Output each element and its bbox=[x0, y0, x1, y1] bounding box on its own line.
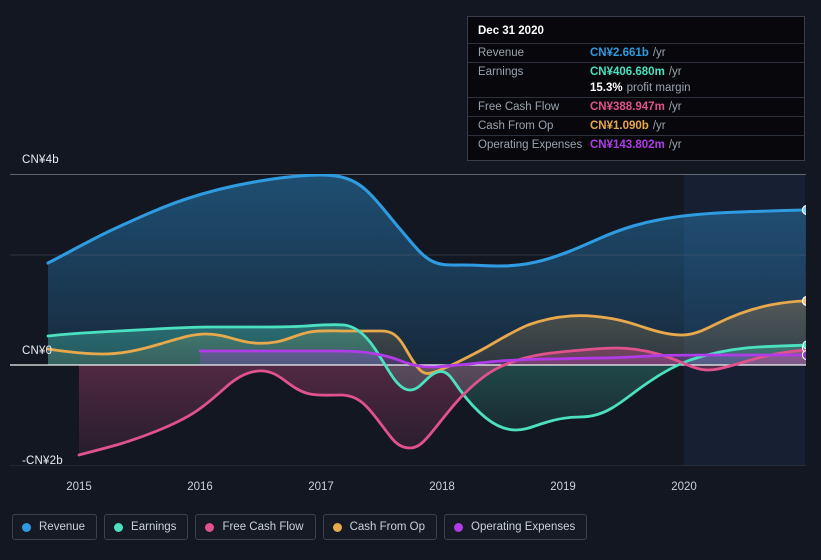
legend-item-free-cash-flow[interactable]: Free Cash Flow bbox=[195, 514, 316, 540]
tooltip-label-profit-margin: profit margin bbox=[626, 82, 691, 94]
x-axis-label-2020: 2020 bbox=[671, 481, 697, 493]
tooltip-row-earnings: Earnings CN¥406.680m /yr bbox=[468, 62, 804, 81]
legend-dot-earnings-icon bbox=[114, 522, 124, 532]
y-axis-label-top: CN¥4b bbox=[22, 154, 59, 166]
tooltip-row-profit-margin: 15.3% profit margin bbox=[468, 81, 804, 97]
tooltip-date: Dec 31 2020 bbox=[478, 25, 544, 37]
x-axis-label-2017: 2017 bbox=[308, 481, 334, 493]
tooltip-label-revenue: Revenue bbox=[478, 47, 525, 59]
tooltip-row-free-cash-flow: Free Cash Flow CN¥388.947m /yr bbox=[468, 97, 804, 116]
legend-dot-revenue-icon bbox=[22, 522, 31, 532]
tooltip-value-revenue: CN¥2.661b bbox=[590, 47, 649, 59]
legend-label-earnings: Earnings bbox=[131, 521, 177, 533]
y-axis-label-zero: CN¥0 bbox=[22, 345, 53, 357]
chart-tooltip: Dec 31 2020 Revenue CN¥2.661b /yr Earnin… bbox=[467, 16, 805, 161]
x-axis-label-2016: 2016 bbox=[187, 481, 213, 493]
legend-item-cash-from-op[interactable]: Cash From Op bbox=[322, 514, 438, 540]
legend-dot-operating-expenses-icon bbox=[454, 522, 464, 532]
tooltip-row-operating-expenses: Operating Expenses CN¥143.802m /yr bbox=[468, 135, 804, 154]
tooltip-label-free-cash-flow: Free Cash Flow bbox=[478, 101, 560, 113]
x-axis-label-2019: 2019 bbox=[550, 481, 576, 493]
chart-legend: Revenue Earnings Free Cash Flow Cash Fro… bbox=[12, 514, 588, 540]
legend-label-cash-from-op: Cash From Op bbox=[349, 521, 426, 533]
legend-label-operating-expenses: Operating Expenses bbox=[471, 521, 576, 533]
chart-svg bbox=[10, 174, 806, 466]
tooltip-value-operating-expenses: CN¥143.802m bbox=[590, 139, 665, 151]
x-axis-label-2018: 2018 bbox=[429, 481, 455, 493]
legend-item-revenue[interactable]: Revenue bbox=[12, 514, 98, 540]
tooltip-label-cash-from-op: Cash From Op bbox=[478, 120, 554, 132]
legend-dot-free-cash-flow-icon bbox=[205, 522, 215, 532]
tooltip-value-profit-margin: 15.3% bbox=[590, 82, 623, 94]
tooltip-value-earnings: CN¥406.680m bbox=[590, 66, 665, 78]
chart-plot-area bbox=[10, 174, 806, 466]
legend-label-free-cash-flow: Free Cash Flow bbox=[222, 521, 304, 533]
tooltip-label-operating-expenses: Operating Expenses bbox=[478, 139, 583, 151]
tooltip-row-revenue: Revenue CN¥2.661b /yr bbox=[468, 43, 804, 62]
legend-label-revenue: Revenue bbox=[39, 521, 86, 533]
tooltip-row-cash-from-op: Cash From Op CN¥1.090b /yr bbox=[468, 116, 804, 135]
tooltip-label-earnings: Earnings bbox=[478, 66, 524, 78]
tooltip-value-cash-from-op: CN¥1.090b bbox=[590, 120, 649, 132]
tooltip-unit-operating-expenses: /yr bbox=[668, 139, 682, 151]
tooltip-unit-earnings: /yr bbox=[668, 66, 682, 78]
y-axis-label-bottom: -CN¥2b bbox=[22, 455, 63, 467]
tooltip-unit-free-cash-flow: /yr bbox=[668, 101, 682, 113]
legend-item-operating-expenses[interactable]: Operating Expenses bbox=[444, 514, 588, 540]
tooltip-value-free-cash-flow: CN¥388.947m bbox=[590, 101, 665, 113]
legend-dot-cash-from-op-icon bbox=[332, 522, 342, 532]
x-axis-label-2015: 2015 bbox=[66, 481, 92, 493]
tooltip-unit-revenue: /yr bbox=[652, 47, 666, 59]
legend-item-earnings[interactable]: Earnings bbox=[104, 514, 189, 540]
tooltip-unit-cash-from-op: /yr bbox=[652, 120, 666, 132]
